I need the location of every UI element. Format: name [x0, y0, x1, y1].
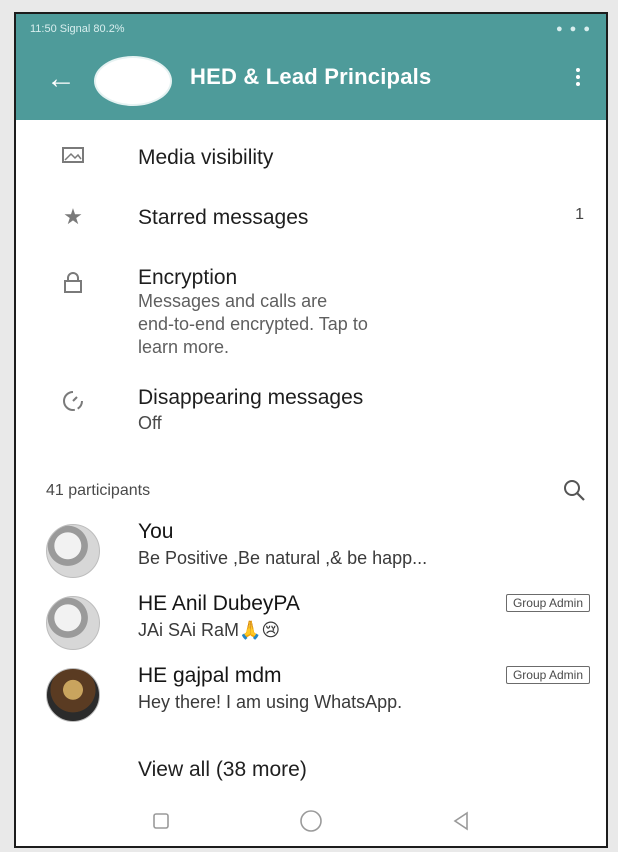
status-bar: 11:50 Signal 80.2% ● ● ● — [30, 20, 592, 38]
participant-row-gajpal[interactable]: HE gajpal mdm Hey there! I am using What… — [16, 662, 606, 730]
avatar — [46, 596, 100, 650]
media-visibility-label: Media visibility — [138, 146, 274, 169]
app-bar: 11:50 Signal 80.2% ● ● ● ← HED & Lead Pr… — [16, 14, 606, 120]
status-right: ● ● ● — [555, 23, 592, 35]
disappearing-messages-label: Disappearing messages — [138, 386, 364, 409]
starred-messages-label: Starred messages — [138, 206, 309, 229]
encryption-row[interactable]: Encryption Messages and calls are end-to… — [16, 260, 606, 360]
participant-row-anil[interactable]: HE Anil DubeyPA JAi SAi RaM🙏😢 Group Admi… — [16, 590, 606, 658]
group-admin-badge: Group Admin — [505, 666, 590, 684]
participants-count: 41 participants — [46, 482, 151, 499]
starred-count: 1 — [575, 206, 584, 223]
encryption-label: Encryption — [138, 266, 238, 289]
image-icon — [58, 140, 88, 170]
encryption-line-1: Messages and calls are — [138, 291, 328, 311]
encryption-description: Messages and calls are end-to-end encryp… — [138, 290, 368, 359]
group-title[interactable]: HED & Lead Principals — [190, 64, 520, 90]
group-admin-badge: Group Admin — [505, 594, 590, 612]
status-left: 11:50 Signal 80.2% — [30, 23, 125, 35]
encryption-line-2: end-to-end encrypted. Tap to — [138, 314, 368, 334]
participant-name: HE gajpal mdm — [138, 664, 282, 687]
view-all-participants-link[interactable]: View all (38 more) — [138, 758, 307, 782]
back-arrow-icon[interactable]: ← — [44, 62, 78, 96]
group-avatar[interactable] — [94, 56, 172, 106]
starred-messages-row[interactable]: ★ Starred messages 1 — [16, 190, 606, 246]
system-navigation-bar — [16, 796, 606, 846]
search-icon[interactable] — [562, 478, 588, 504]
participant-status: JAi SAi RaM🙏😢 — [138, 620, 281, 640]
disappearing-messages-row[interactable]: Disappearing messages Off — [16, 380, 606, 450]
avatar — [46, 668, 100, 722]
star-icon: ★ — [63, 204, 83, 229]
home-circle-icon[interactable] — [296, 806, 326, 836]
timer-icon — [58, 386, 88, 416]
avatar — [46, 524, 100, 578]
participant-name: HE Anil DubeyPA — [138, 592, 300, 615]
participant-row-you[interactable]: You Be Positive ,Be natural ,& be happ..… — [16, 518, 606, 586]
participant-status: Be Positive ,Be natural ,& be happ... — [138, 548, 428, 568]
overflow-menu-icon[interactable] — [568, 62, 588, 92]
encryption-line-3: learn more. — [138, 337, 230, 357]
participant-status: Hey there! I am using WhatsApp. — [138, 692, 403, 712]
participant-name: You — [138, 520, 174, 543]
back-triangle-icon[interactable] — [446, 806, 476, 836]
media-visibility-row[interactable]: Media visibility — [16, 130, 606, 186]
lock-icon — [58, 268, 88, 298]
phone-screen: 11:50 Signal 80.2% ● ● ● ← HED & Lead Pr… — [14, 12, 608, 848]
recents-square-icon[interactable] — [146, 806, 176, 836]
disappearing-messages-value: Off — [138, 413, 162, 433]
